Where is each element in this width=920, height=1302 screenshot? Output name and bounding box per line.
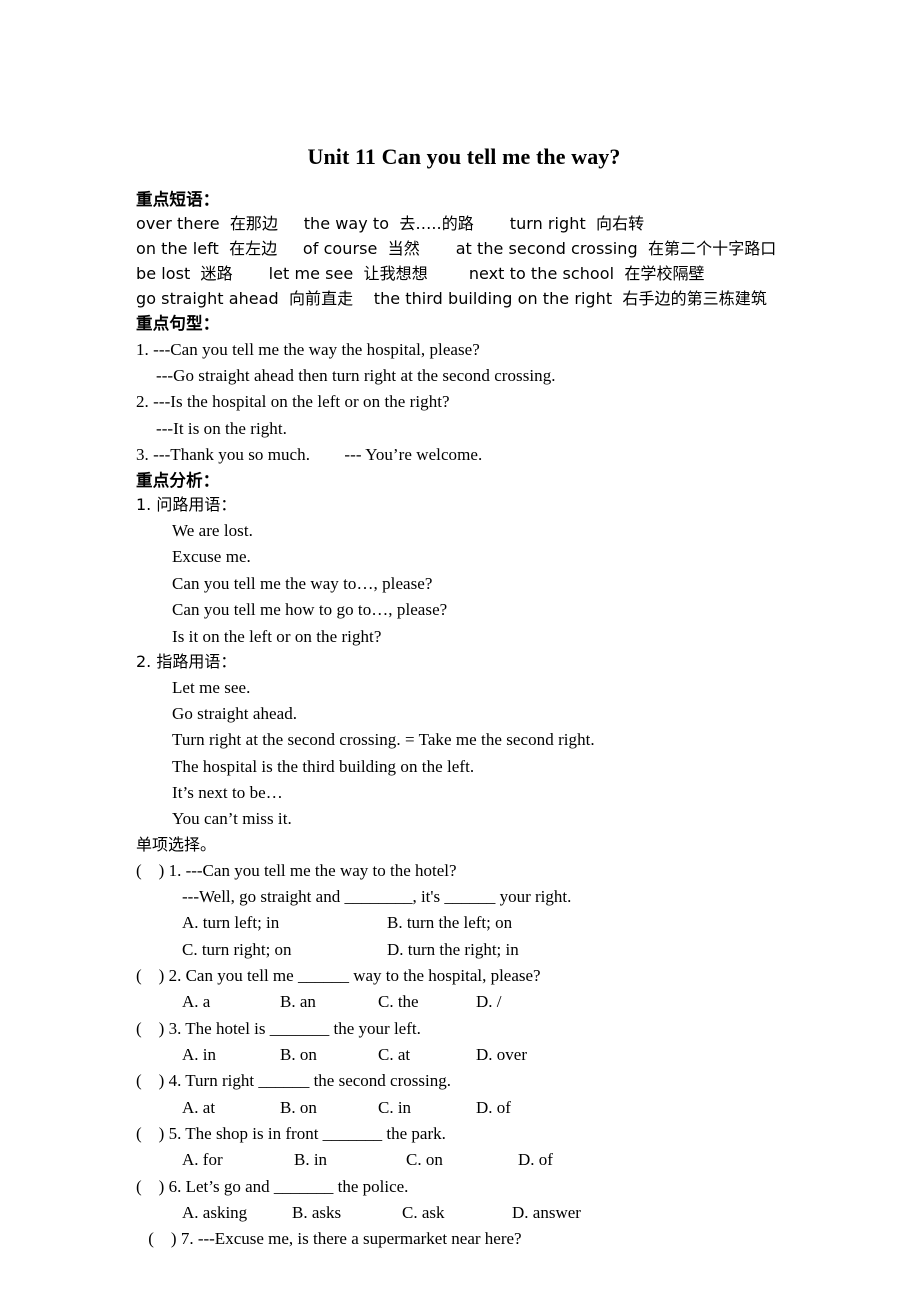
- option-choice[interactable]: C. on: [406, 1147, 518, 1173]
- question-stem-continued: ---Well, go straight and ________, it's …: [182, 886, 572, 906]
- analysis-line: Go straight ahead.: [172, 703, 298, 723]
- question-stem: ( ) 6. Let’s go and _______ the police.: [136, 1176, 409, 1196]
- analysis-line: Excuse me.: [172, 547, 251, 567]
- option-choice[interactable]: A. in: [182, 1042, 280, 1068]
- option-choice[interactable]: C. turn right; on: [182, 937, 387, 963]
- phrase-line: go straight ahead 向前直走 the third buildin…: [136, 288, 767, 308]
- analysis-item-label: 1. 问路用语：: [136, 495, 237, 515]
- phrase-line: be lost 迷路 let me see 让我想想 next to the s…: [136, 263, 705, 283]
- option-choice[interactable]: A. for: [182, 1147, 294, 1173]
- question-options: A. for B. in C. on D. of: [136, 1147, 792, 1173]
- phrase-line: over there 在那边 the way to 去…..的路 turn ri…: [136, 214, 645, 234]
- option-choice[interactable]: C. the: [378, 989, 476, 1015]
- analysis-item-label: 2. 指路用语：: [136, 651, 237, 671]
- option-choice[interactable]: B. on: [280, 1095, 378, 1121]
- question-options: A. at B. on C. in D. of: [136, 1095, 792, 1121]
- option-choice[interactable]: B. asks: [292, 1200, 402, 1226]
- question-options: C. turn right; on D. turn the right; in: [136, 937, 792, 963]
- option-choice[interactable]: A. asking: [182, 1200, 292, 1226]
- pattern-line: 2. ---Is the hospital on the left or on …: [136, 392, 450, 412]
- section-heading-key-phrases: 重点短语：: [136, 190, 220, 210]
- option-choice[interactable]: A. turn left; in: [182, 910, 387, 936]
- option-choice[interactable]: D. of: [518, 1147, 630, 1173]
- option-choice[interactable]: B. turn the left; on: [387, 910, 592, 936]
- analysis-line: It’s next to be…: [172, 783, 283, 803]
- pattern-line: ---It is on the right.: [156, 418, 287, 438]
- question-options: A. a B. an C. the D. /: [136, 989, 792, 1015]
- option-choice[interactable]: D. turn the right; in: [387, 937, 592, 963]
- option-choice[interactable]: B. on: [280, 1042, 378, 1068]
- analysis-line: Can you tell me the way to…, please?: [172, 573, 433, 593]
- analysis-line: Is it on the left or on the right?: [172, 626, 382, 646]
- analysis-line: Turn right at the second crossing. = Tak…: [172, 730, 595, 750]
- section-heading-key-analysis: 重点分析：: [136, 471, 220, 491]
- option-choice[interactable]: D. answer: [512, 1200, 622, 1226]
- option-choice[interactable]: D. /: [476, 989, 574, 1015]
- pattern-line: 1. ---Can you tell me the way the hospit…: [136, 339, 480, 359]
- page-title: Unit 11 Can you tell me the way?: [307, 144, 621, 169]
- document-page: Unit 11 Can you tell me the way? 重点短语： o…: [0, 0, 920, 1302]
- analysis-line: Can you tell me how to go to…, please?: [172, 600, 448, 620]
- option-choice[interactable]: C. ask: [402, 1200, 512, 1226]
- analysis-line: We are lost.: [172, 521, 253, 541]
- question-stem: ( ) 3. The hotel is _______ the your lef…: [136, 1018, 421, 1038]
- exercise-heading: 单项选择。: [136, 834, 217, 854]
- option-choice[interactable]: A. at: [182, 1095, 280, 1121]
- option-choice[interactable]: C. at: [378, 1042, 476, 1068]
- question-stem: ( ) 4. Turn right ______ the second cros…: [136, 1071, 451, 1091]
- option-choice[interactable]: A. a: [182, 989, 280, 1015]
- option-choice[interactable]: C. in: [378, 1095, 476, 1121]
- section-heading-key-patterns: 重点句型：: [136, 314, 220, 334]
- pattern-line: ---Go straight ahead then turn right at …: [156, 365, 556, 385]
- option-choice[interactable]: D. over: [476, 1042, 574, 1068]
- question-stem: ( ) 7. ---Excuse me, is there a supermar…: [144, 1229, 522, 1249]
- analysis-line: Let me see.: [172, 677, 251, 697]
- question-stem: ( ) 2. Can you tell me ______ way to the…: [136, 965, 541, 985]
- phrase-line: on the left 在左边 of course 当然 at the seco…: [136, 239, 777, 259]
- question-options: A. asking B. asks C. ask D. answer: [136, 1200, 792, 1226]
- analysis-line: The hospital is the third building on th…: [172, 756, 475, 776]
- option-choice[interactable]: D. of: [476, 1095, 574, 1121]
- option-choice[interactable]: B. an: [280, 989, 378, 1015]
- question-options: A. turn left; in B. turn the left; on: [136, 910, 792, 936]
- pattern-line: 3. ---Thank you so much. --- You’re welc…: [136, 444, 483, 464]
- question-stem: ( ) 5. The shop is in front _______ the …: [136, 1123, 446, 1143]
- option-choice[interactable]: B. in: [294, 1147, 406, 1173]
- question-stem: ( ) 1. ---Can you tell me the way to the…: [136, 860, 457, 880]
- analysis-line: You can’t miss it.: [172, 809, 292, 829]
- question-options: A. in B. on C. at D. over: [136, 1042, 792, 1068]
